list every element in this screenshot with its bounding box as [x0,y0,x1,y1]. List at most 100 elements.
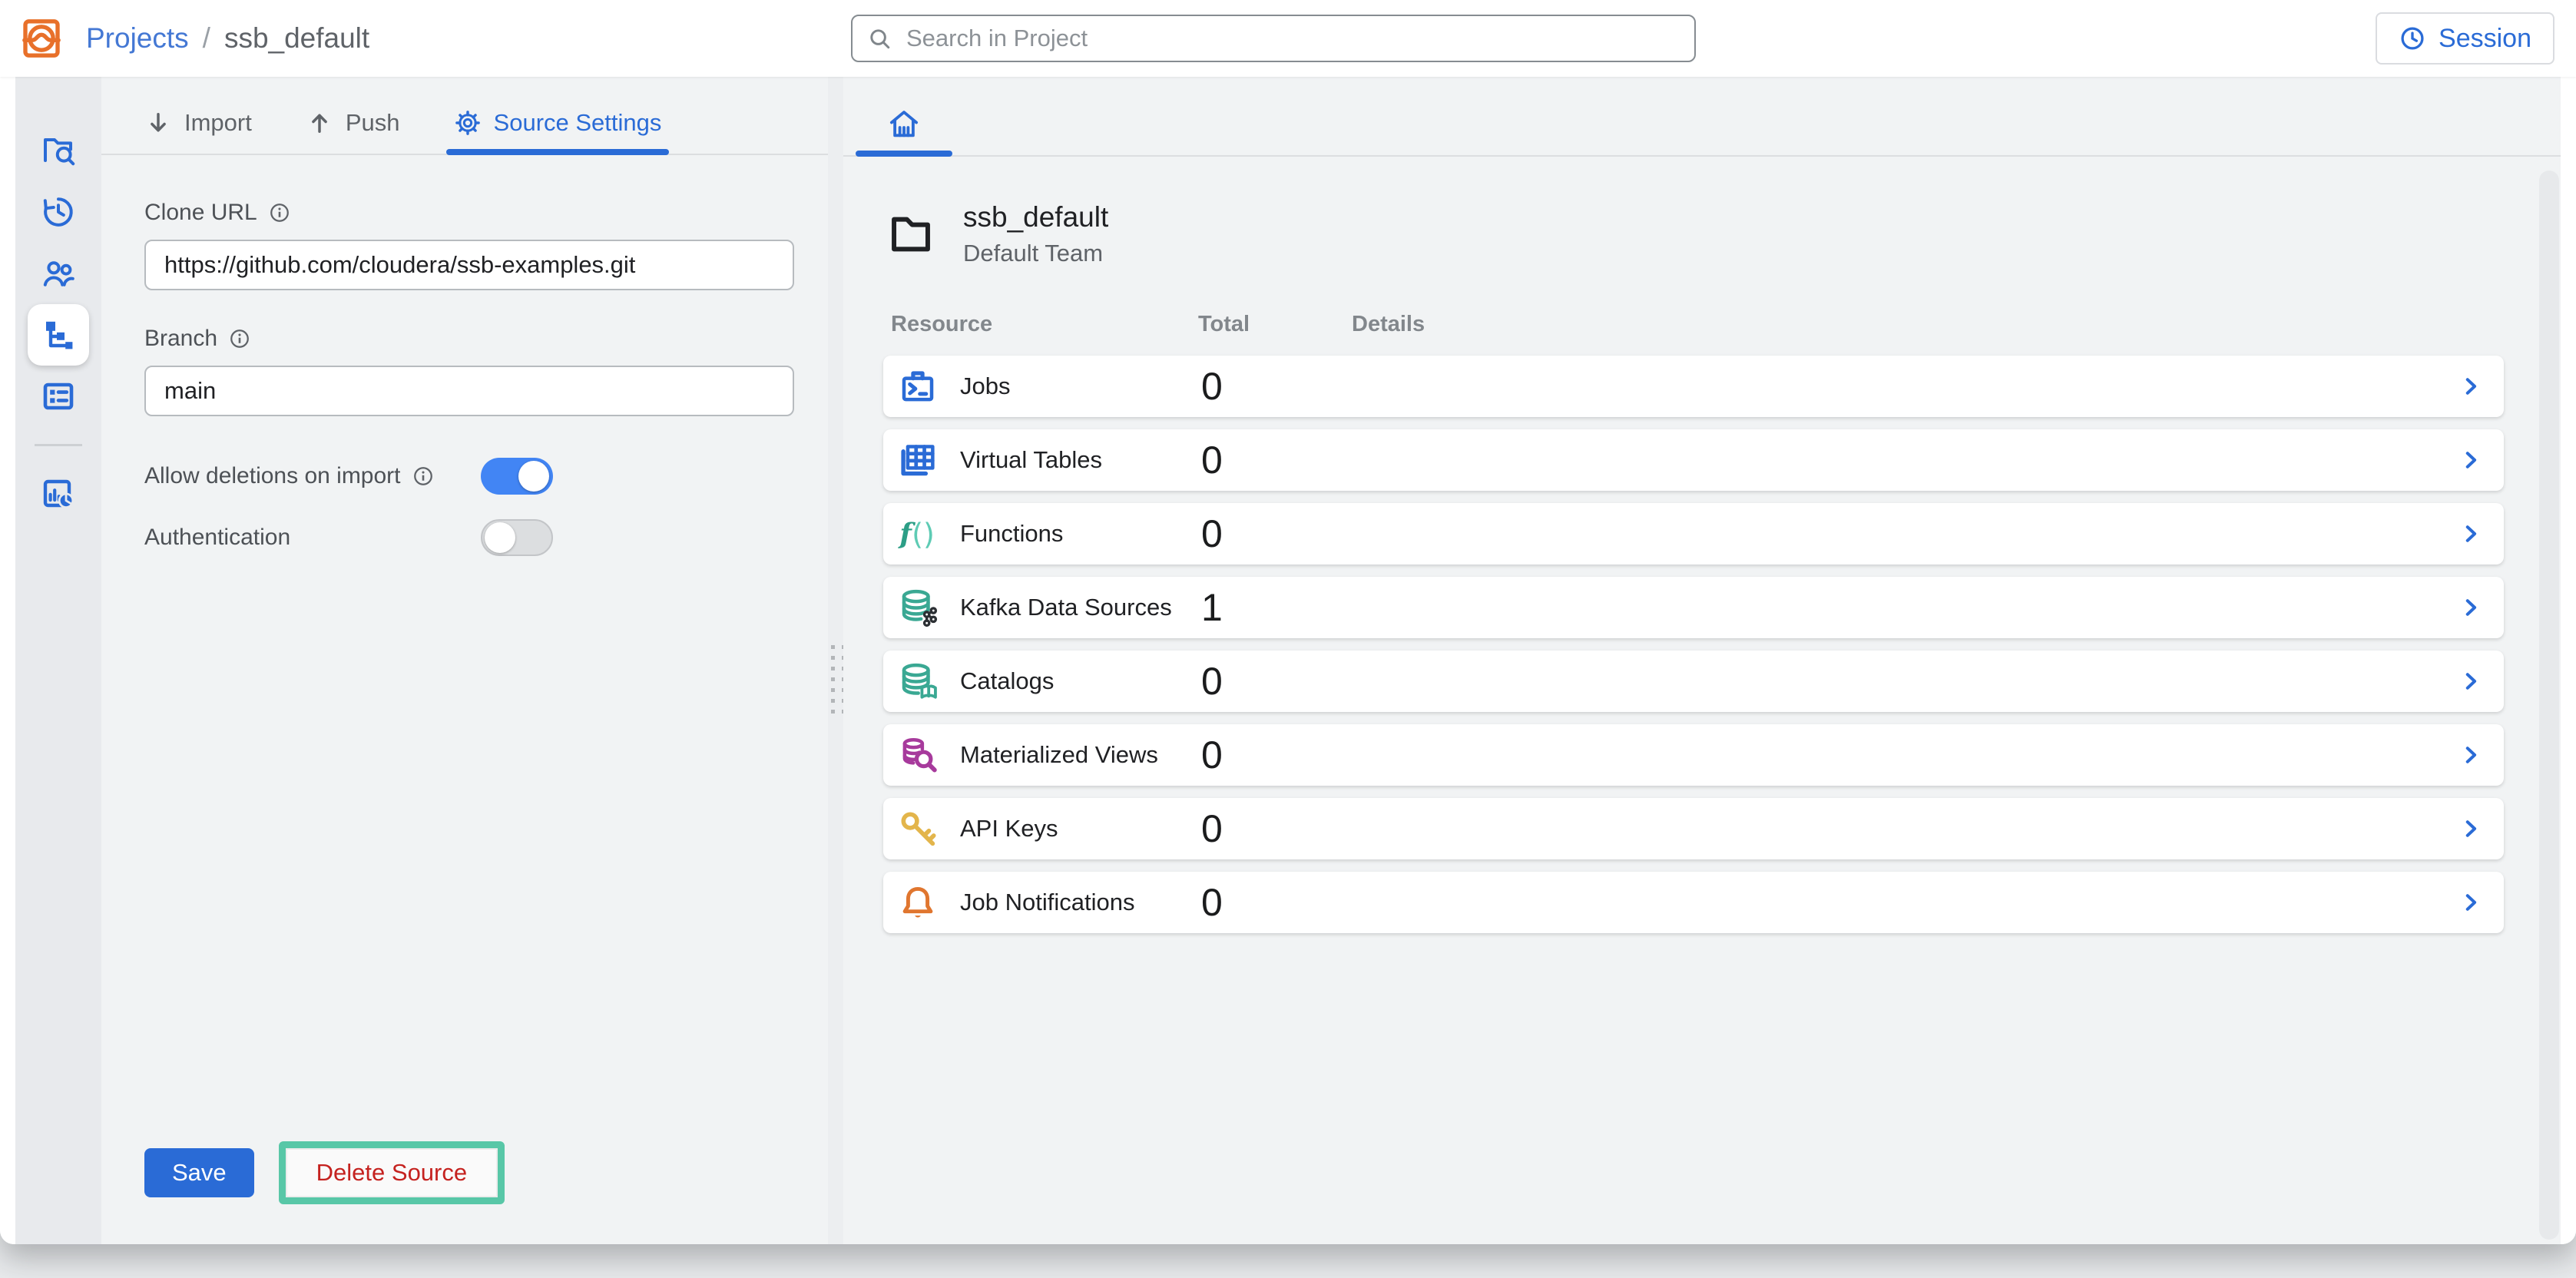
search-icon [866,25,892,51]
resource-row-kafka-data-sources[interactable]: Kafka Data Sources1 [883,577,2504,638]
branch-input[interactable] [144,366,794,416]
tab-label: Import [184,109,252,137]
jobs-icon [897,366,939,407]
arrow-down-icon [144,109,172,137]
allow-deletions-label: Allow deletions on import [144,463,481,489]
sidebar-item-teams[interactable] [28,243,89,304]
form-actions: Save Delete Source [144,1141,505,1204]
sidebar-divider [35,444,82,446]
project-team: Default Team [963,240,1108,267]
authentication-toggle[interactable] [481,519,553,556]
project-header: ssb_default Default Team [883,201,2504,267]
resource-label: Virtual Tables [960,446,1201,474]
project-overview-panel: ssb_default Default Team Resource Total … [843,77,2561,1244]
tree-icon [40,316,77,353]
tab-project-home[interactable] [866,106,942,155]
breadcrumb: Projects / ssb_default [86,22,369,55]
session-button[interactable]: Session [2376,12,2554,65]
tab-push[interactable]: Push [306,109,400,154]
clone-url-input[interactable] [144,240,794,290]
folder-icon [883,210,939,258]
resource-label: Job Notifications [960,889,1201,916]
resource-list: Jobs0Virtual Tables0f()Functions0Kafka D… [883,356,2504,933]
resource-total: 0 [1201,512,1355,556]
info-icon [228,327,251,350]
top-header: Projects / ssb_default Session [0,0,2576,77]
source-settings-panel: ImportPushSource Settings Clone URL Bran… [101,77,828,1244]
session-button-label: Session [2439,24,2531,54]
save-button[interactable]: Save [144,1148,254,1197]
chevron-right-icon[interactable] [2458,889,2484,915]
chevron-right-icon[interactable] [2458,447,2484,473]
right-panel-tabbar [843,77,2561,157]
tab-source-settings[interactable]: Source Settings [454,109,662,154]
authentication-label: Authentication [144,525,481,551]
delete-source-button[interactable]: Delete Source [286,1148,498,1197]
resource-total: 1 [1201,585,1355,630]
clock-icon [2399,25,2426,52]
chevron-right-icon[interactable] [2458,521,2484,547]
project-search [851,15,1696,62]
gear-icon [454,109,482,137]
resource-label: Kafka Data Sources [960,594,1201,621]
resource-row-jobs[interactable]: Jobs0 [883,356,2504,417]
catalogs-icon [897,661,939,702]
resource-row-job-notifications[interactable]: Job Notifications0 [883,872,2504,933]
app-window: Projects / ssb_default Session Import Pus… [0,0,2576,1244]
sidebar-item-project-explorer[interactable] [28,120,89,181]
kafka-data-sources-icon [897,587,939,628]
api-keys-icon [897,808,939,849]
resource-label: Functions [960,520,1201,548]
info-icon [268,201,291,224]
clone-url-label: Clone URL [144,200,785,226]
resource-total: 0 [1201,806,1355,851]
resource-row-materialized-views[interactable]: Materialized Views0 [883,724,2504,786]
grid-icon [40,378,77,415]
resource-row-virtual-tables[interactable]: Virtual Tables0 [883,429,2504,491]
left-icon-sidebar [15,77,101,1244]
right-panel-scrollbar[interactable] [2539,171,2559,1240]
resource-total: 0 [1201,733,1355,777]
resource-total: 0 [1201,364,1355,409]
chevron-right-icon[interactable] [2458,373,2484,399]
allow-deletions-toggle[interactable] [481,458,553,495]
left-panel-tabbar: Import Push Source Settings [101,77,828,155]
column-details: Details [1352,312,1425,337]
main-area: ImportPushSource Settings Clone URL Bran… [0,77,2576,1244]
folder-search-icon [40,132,77,169]
chevron-right-icon[interactable] [2458,742,2484,768]
users-icon [40,255,77,292]
chart-pie-icon [40,475,77,512]
allow-deletions-row: Allow deletions on import [144,458,785,495]
sidebar-item-source-control[interactable] [28,304,89,366]
sidebar-item-monitoring[interactable] [28,463,89,525]
chevron-right-icon[interactable] [2458,594,2484,621]
chevron-right-icon[interactable] [2458,816,2484,842]
breadcrumb-current-project: ssb_default [224,22,369,55]
breadcrumb-projects-link[interactable]: Projects [86,22,189,55]
resource-label: Jobs [960,372,1201,400]
breadcrumb-separator: / [203,22,210,55]
tab-label: Source Settings [494,109,662,137]
resource-row-api-keys[interactable]: API Keys0 [883,798,2504,859]
arrow-up-icon [306,109,333,137]
history-icon [40,194,77,230]
column-resource: Resource [891,312,1198,337]
resource-label: API Keys [960,815,1201,843]
tab-label: Push [346,109,400,137]
delete-source-highlight: Delete Source [279,1141,505,1204]
authentication-row: Authentication [144,519,785,556]
project-overview-content: ssb_default Default Team Resource Total … [843,157,2561,933]
sidebar-item-projects-board[interactable] [28,366,89,427]
chevron-right-icon[interactable] [2458,668,2484,694]
home-icon [886,106,922,141]
resource-row-functions[interactable]: f()Functions0 [883,503,2504,565]
panel-resize-divider[interactable] [828,77,843,1244]
app-logo-icon [20,17,63,60]
job-notifications-icon [897,882,939,923]
sidebar-item-history[interactable] [28,181,89,243]
search-input[interactable] [905,24,1680,53]
tab-import[interactable]: Import [144,109,252,154]
resource-row-catalogs[interactable]: Catalogs0 [883,651,2504,712]
info-icon [412,465,435,488]
